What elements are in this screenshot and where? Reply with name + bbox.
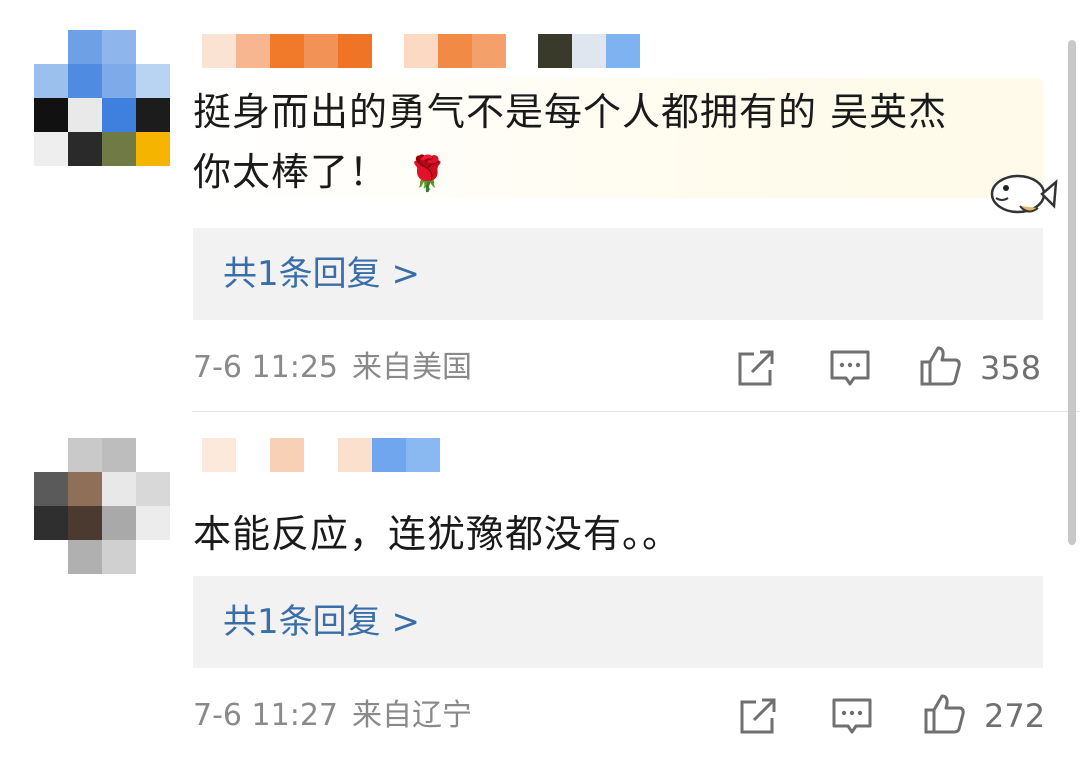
comment-text: 挺身而出的勇气不是每个人都拥有的 吴英杰 你太棒了！ 🌹 [193, 82, 1033, 204]
comment-text-line-2-text: 你太棒了！ [193, 150, 389, 194]
comment-bubble-icon[interactable] [830, 694, 874, 738]
like-count: 272 [984, 697, 1046, 735]
avatar[interactable] [34, 438, 170, 574]
view-replies-link[interactable]: 共1条回复 > [223, 250, 420, 298]
comment-meta: 7-6 11:25 来自美国 [193, 348, 472, 388]
scrollbar[interactable] [1068, 40, 1076, 545]
comment-location: 来自辽宁 [352, 698, 472, 733]
thumbs-up-icon[interactable] [918, 344, 962, 388]
share-square-icon[interactable] [734, 346, 778, 390]
comment-divider [192, 411, 1080, 412]
share-square-icon[interactable] [736, 694, 780, 738]
view-replies-link[interactable]: 共1条回复 > [223, 598, 420, 646]
reply-expand-box[interactable]: 共1条回复 > [193, 228, 1043, 320]
like-count: 358 [980, 349, 1042, 387]
comment-location: 来自美国 [352, 350, 472, 385]
comment-timestamp: 7-6 11:25 [193, 350, 338, 385]
comment-text-line-2: 你太棒了！ 🌹 [193, 142, 1033, 204]
avatar[interactable] [34, 30, 170, 166]
comment-meta: 7-6 11:27 来自辽宁 [193, 696, 472, 736]
rose-emoji-icon: 🌹 [406, 154, 450, 194]
comment-text-line-1: 挺身而出的勇气不是每个人都拥有的 吴英杰 [193, 90, 948, 134]
reply-expand-box[interactable]: 共1条回复 > [193, 576, 1043, 668]
comment-bubble-icon[interactable] [828, 346, 872, 390]
thumbs-up-icon[interactable] [922, 692, 966, 736]
comment-timestamp: 7-6 11:27 [193, 698, 338, 733]
comment-text: 本能反应，连犹豫都没有。。 [193, 504, 1033, 564]
comment-item: 挺身而出的勇气不是每个人都拥有的 吴英杰 你太棒了！ 🌹 共1条回复 > 7-6 … [0, 0, 1080, 412]
fish-sticker-icon [990, 174, 1058, 214]
comment-item: 本能反应，连犹豫都没有。。 共1条回复 > 7-6 11:27 来自辽宁 272 [0, 414, 1080, 782]
comment-text-line-1: 本能反应，连犹豫都没有。。 [193, 512, 682, 556]
